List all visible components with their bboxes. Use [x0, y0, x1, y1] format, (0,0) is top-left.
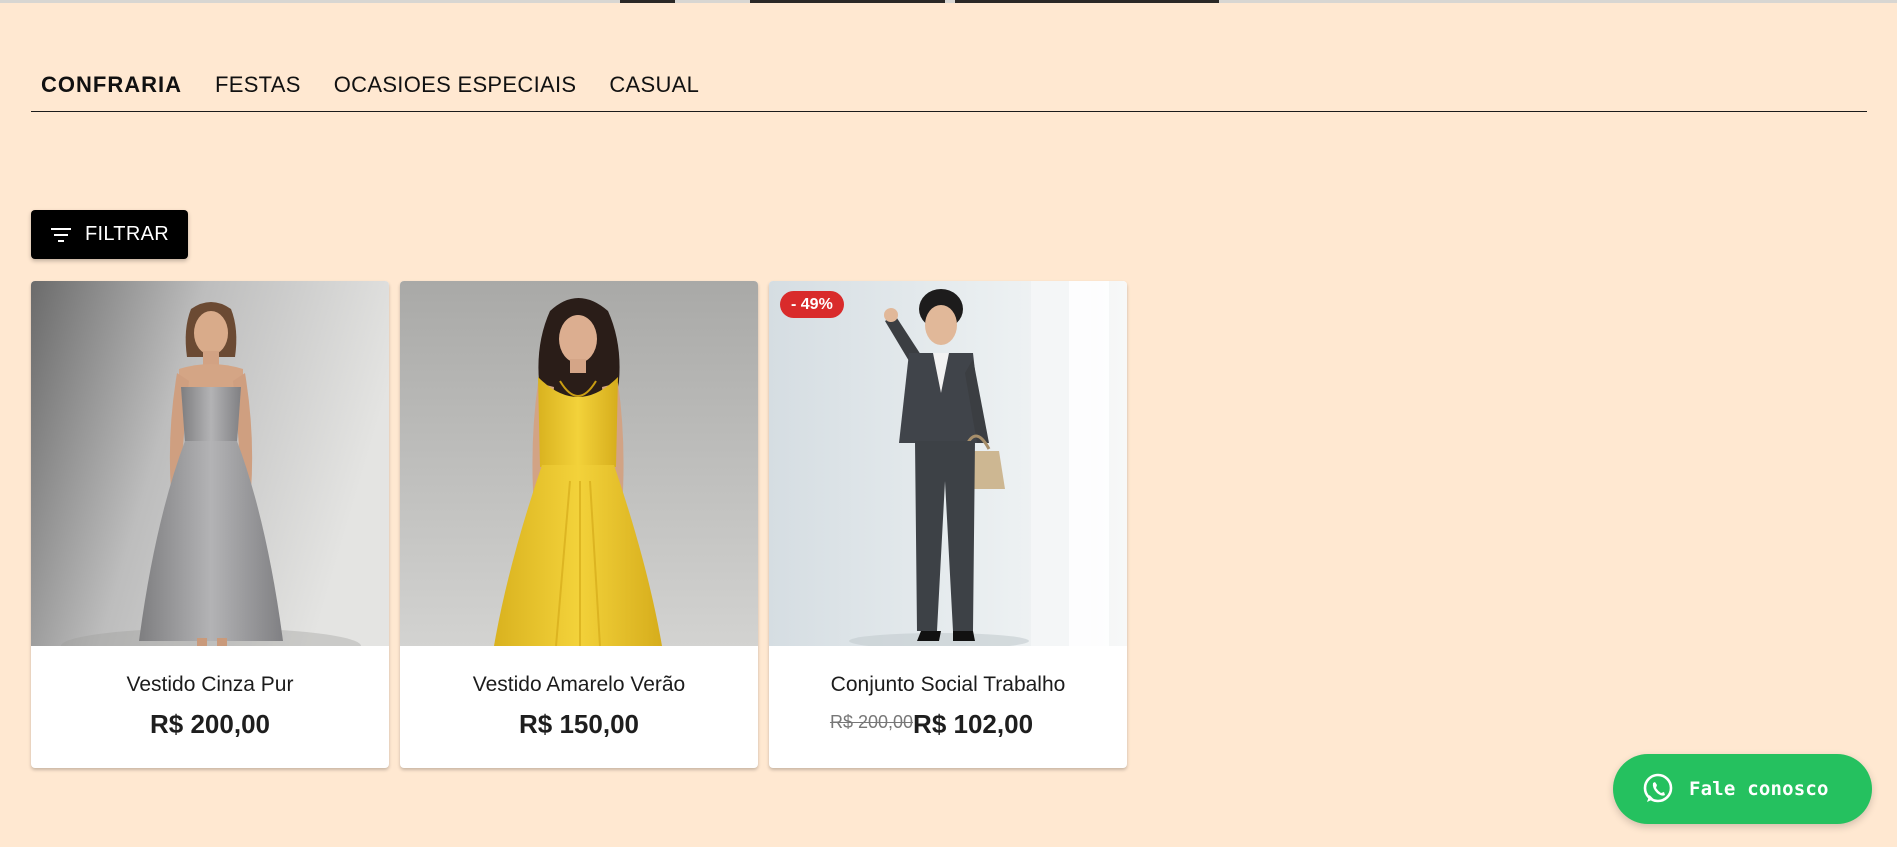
whatsapp-button-label: Fale conosco — [1689, 778, 1829, 800]
product-info: Conjunto Social Trabalho R$ 200,00 R$ 10… — [769, 646, 1127, 768]
product-image[interactable] — [31, 281, 389, 646]
discount-badge: - 49% — [780, 291, 844, 318]
product-image[interactable] — [400, 281, 758, 646]
tab-festas[interactable]: FESTAS — [205, 64, 301, 98]
banner-carousel-bottom-edge — [0, 0, 1897, 3]
price-row: R$ 200,00 — [31, 709, 389, 740]
price-row: R$ 150,00 — [400, 709, 758, 740]
filter-button-label: FILTRAR — [85, 223, 169, 245]
product-price: R$ 150,00 — [519, 709, 639, 739]
product-image[interactable] — [769, 281, 1127, 646]
product-info: Vestido Amarelo Verão R$ 150,00 — [400, 646, 758, 768]
original-price: R$ 200,00 — [829, 712, 914, 732]
category-tabs: CONFRARIA FESTAS OCASIOES ESPECIAIS CASU… — [31, 64, 1867, 112]
filter-button[interactable]: FILTRAR — [31, 210, 188, 259]
whatsapp-icon — [1641, 772, 1675, 806]
price-row: R$ 200,00 R$ 102,00 — [769, 709, 1127, 740]
tab-casual[interactable]: CASUAL — [599, 64, 699, 98]
product-grid: Vestido Cinza Pur R$ 200,00 Vestido Amar… — [31, 281, 1127, 768]
tab-confraria[interactable]: CONFRARIA — [31, 64, 182, 98]
product-price: R$ 102,00 — [913, 709, 1034, 739]
product-name: Conjunto Social Trabalho — [830, 673, 1066, 696]
product-info: Vestido Cinza Pur R$ 200,00 — [31, 646, 389, 768]
product-name: Vestido Cinza Pur — [126, 673, 294, 696]
product-name: Vestido Amarelo Verão — [472, 673, 686, 696]
product-card[interactable]: - 49% Conjunto Social Trabalho R$ 200,00… — [769, 281, 1127, 768]
filter-list-icon — [49, 223, 73, 247]
product-card[interactable]: Vestido Cinza Pur R$ 200,00 — [31, 281, 389, 768]
tab-ocasioes-especiais[interactable]: OCASIOES ESPECIAIS — [324, 64, 577, 98]
product-price: R$ 200,00 — [150, 709, 270, 739]
product-card[interactable]: Vestido Amarelo Verão R$ 150,00 — [400, 281, 758, 768]
whatsapp-contact-button[interactable]: Fale conosco — [1613, 754, 1872, 824]
